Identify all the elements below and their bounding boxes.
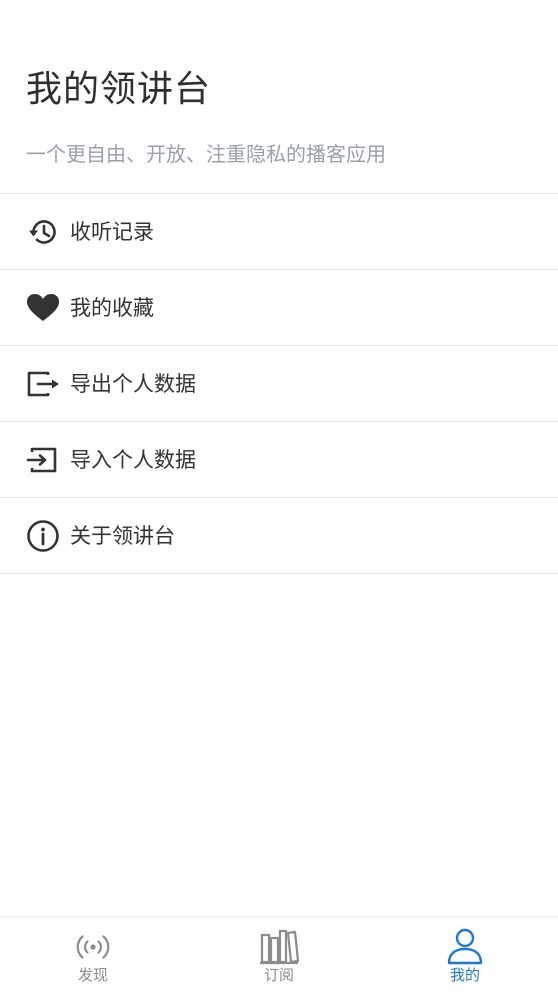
menu-item-about[interactable]: 关于领讲台: [0, 498, 558, 574]
export-icon: [26, 367, 60, 401]
page-header: 我的领讲台 一个更自由、开放、注重隐私的播客应用: [0, 0, 558, 194]
menu-item-history[interactable]: 收听记录: [0, 194, 558, 270]
history-icon: [26, 215, 60, 249]
menu-item-export-data[interactable]: 导出个人数据: [0, 346, 558, 422]
menu-item-import-data[interactable]: 导入个人数据: [0, 422, 558, 498]
menu-item-favorites[interactable]: 我的收藏: [0, 270, 558, 346]
menu-label-history: 收听记录: [70, 219, 154, 244]
bottom-tab-bar: 发现 订阅 我的: [0, 916, 558, 993]
tab-discover[interactable]: 发现: [0, 917, 186, 993]
tab-label-subscriptions: 订阅: [263, 966, 294, 984]
broadcast-icon: [71, 927, 115, 967]
library-icon: [257, 927, 301, 967]
page-subtitle: 一个更自由、开放、注重隐私的播客应用: [26, 142, 386, 166]
menu-label-import-data: 导入个人数据: [70, 447, 196, 472]
import-icon: [26, 443, 60, 477]
menu-label-about: 关于领讲台: [70, 523, 175, 548]
tab-me[interactable]: 我的: [372, 917, 558, 993]
info-icon: [26, 519, 60, 553]
page-title: 我的领讲台: [26, 69, 212, 110]
tab-subscriptions[interactable]: 订阅: [186, 917, 372, 993]
tab-label-discover: 发现: [77, 966, 108, 984]
profile-page: 我的领讲台 一个更自由、开放、注重隐私的播客应用 收听记录 我的收藏 导出个人数…: [0, 0, 558, 993]
tab-label-me: 我的: [449, 966, 480, 984]
menu-label-export-data: 导出个人数据: [70, 371, 196, 396]
heart-icon: [26, 291, 60, 325]
user-icon: [443, 927, 487, 967]
menu-label-favorites: 我的收藏: [70, 295, 154, 320]
profile-menu: 收听记录 我的收藏 导出个人数据 导入个人数据 关于领讲台: [0, 194, 558, 574]
